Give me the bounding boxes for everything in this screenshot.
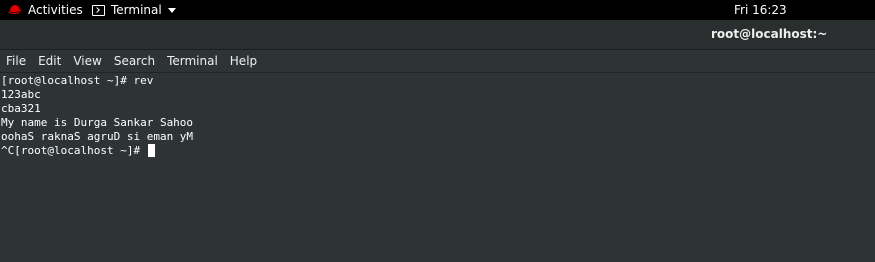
terminal-output[interactable]: [root@localhost ~]# rev 123abc cba321 My… [0,73,875,262]
text-cursor [147,144,155,157]
window-title: root@localhost:~ [711,27,828,41]
clock-label: Fri 16:23 [734,3,787,17]
app-menu-label: Terminal [111,3,162,17]
activities-label: Activities [28,3,83,17]
terminal-line: My name is Durga Sankar Sahoo [1,116,194,129]
window-title-bar[interactable]: root@localhost:~ [0,20,875,50]
terminal-line: oohaS raknaS agruD si eman yM [1,130,194,143]
menu-search[interactable]: Search [114,54,155,68]
menu-edit[interactable]: Edit [38,54,61,68]
menu-help[interactable]: Help [230,54,257,68]
chevron-down-icon [167,7,176,13]
menu-view[interactable]: View [73,54,101,68]
terminal-line: [root@localhost ~]# rev [1,74,154,87]
clock-button[interactable]: Fri 16:23 [734,0,787,20]
terminal-line: cba321 [1,102,41,115]
redhat-logo-icon [8,5,22,14]
terminal-icon [92,4,105,16]
app-menu-button[interactable]: Terminal [92,0,176,20]
terminal-line: 123abc [1,88,41,101]
activities-button[interactable]: Activities [8,0,83,20]
terminal-prompt: ^C[root@localhost ~]# [1,144,147,157]
gnome-top-bar: Activities Terminal Fri 16:23 [0,0,875,20]
menu-file[interactable]: File [6,54,26,68]
terminal-prompt-line: ^C[root@localhost ~]# [1,144,875,158]
menu-terminal[interactable]: Terminal [167,54,218,68]
menu-bar: File Edit View Search Terminal Help [0,50,875,73]
